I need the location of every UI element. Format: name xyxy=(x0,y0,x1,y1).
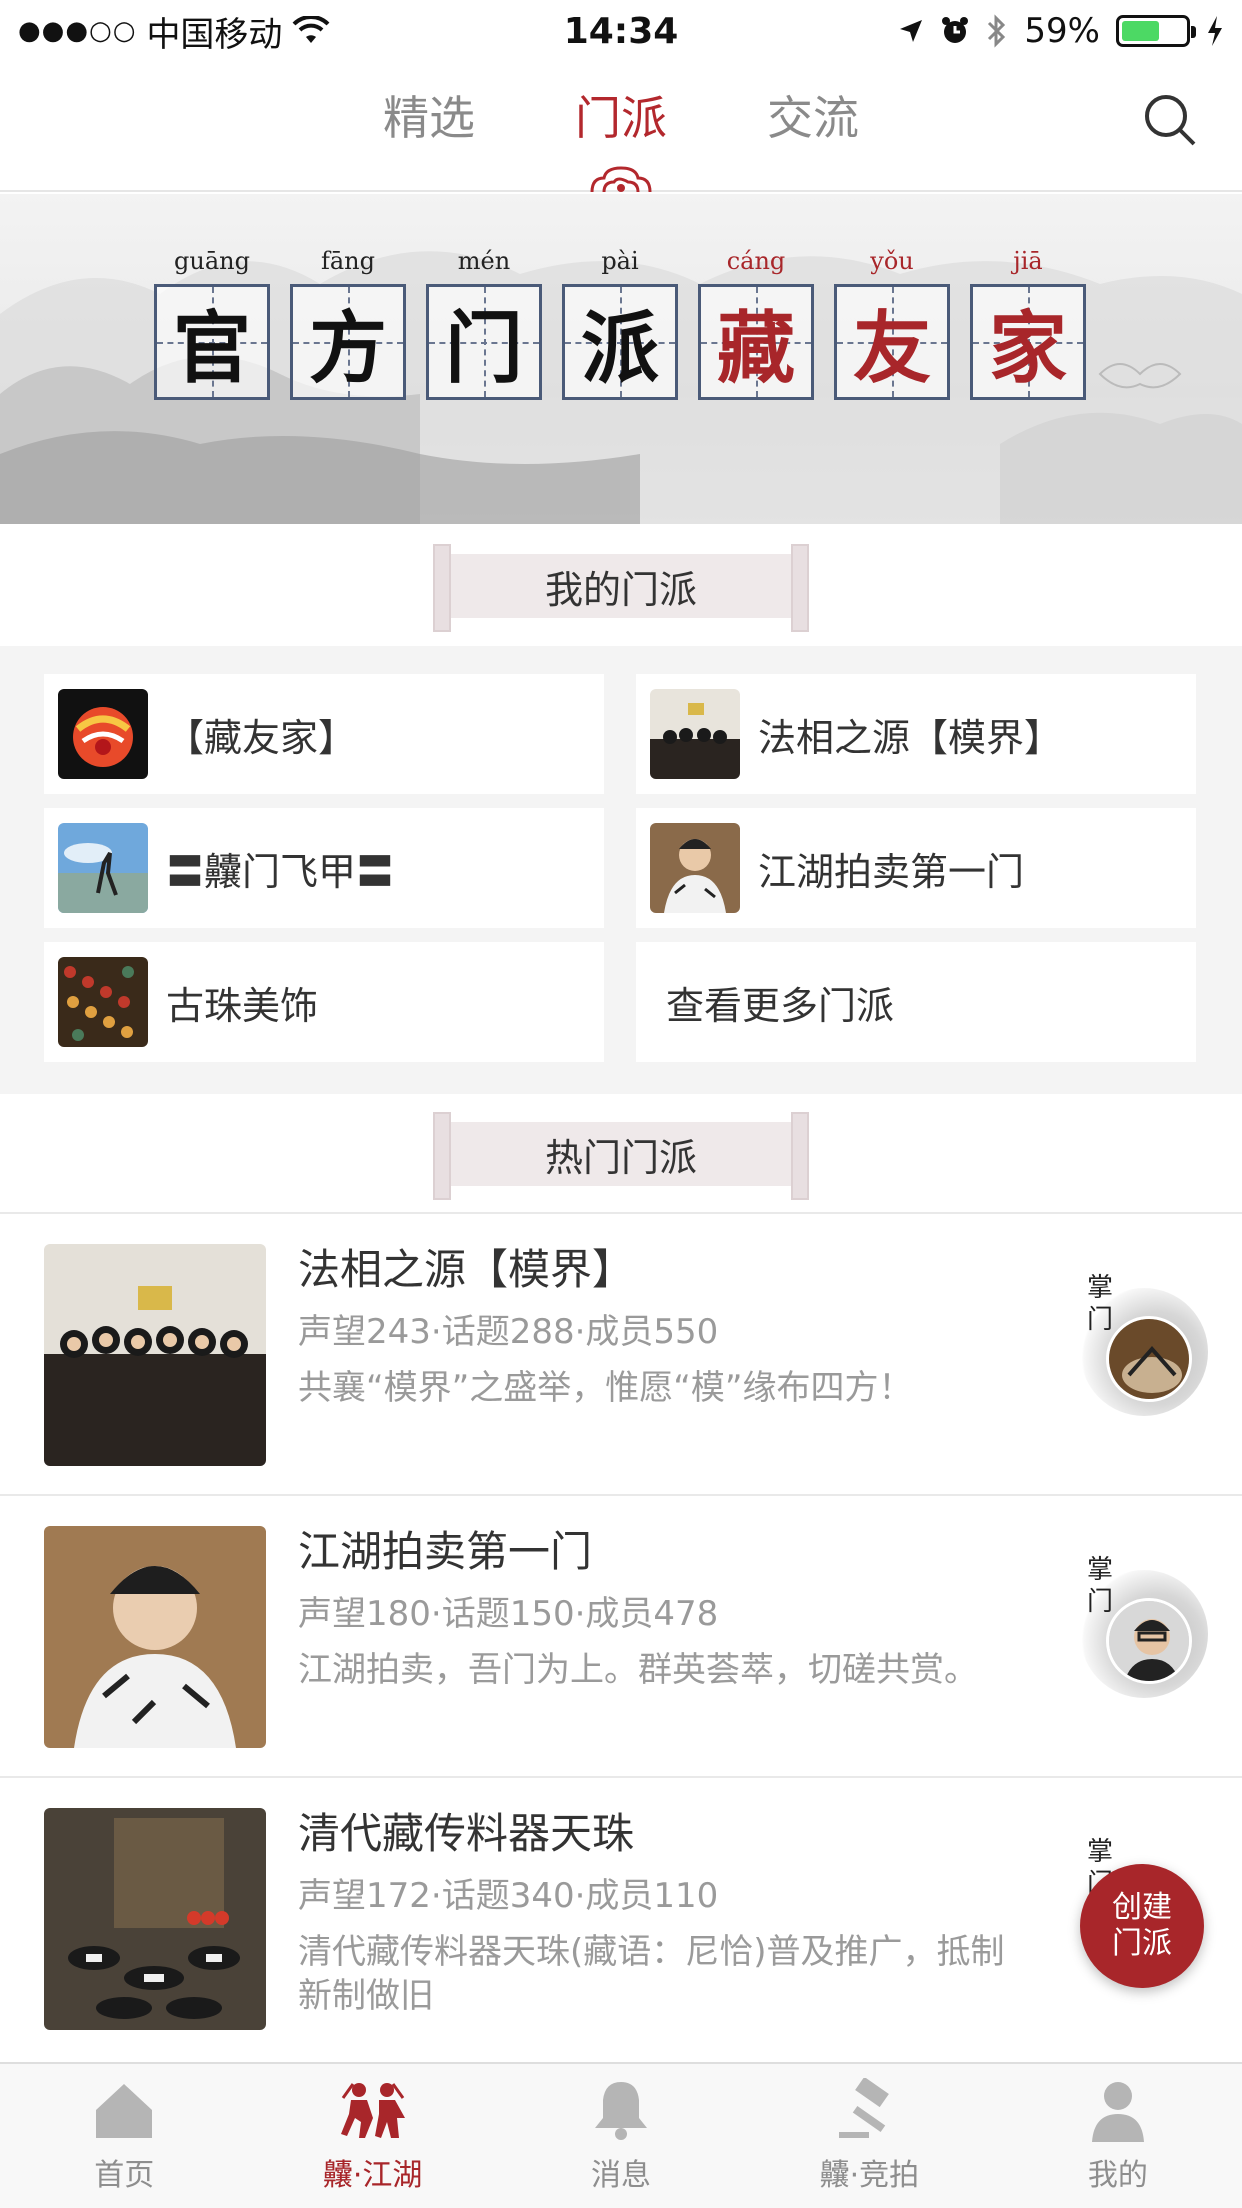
tab-label: 齉·竞拍 xyxy=(819,2158,920,2193)
my-sect-card[interactable]: 江湖拍卖第一门 xyxy=(636,808,1196,928)
hot-sect-item[interactable]: 清代藏传料器天珠 声望172·话题340·成员110 清代藏传料器天珠(藏语：尼… xyxy=(0,1776,1242,2062)
bell-icon xyxy=(595,2082,648,2140)
my-sects-header: 我的门派 xyxy=(0,526,1242,646)
sect-name: 江湖拍卖第一门 xyxy=(758,849,1025,894)
section-title: 热门门派 xyxy=(433,1112,809,1200)
banner-pinyin: jiā xyxy=(1013,247,1043,275)
sect-name: 古珠美饰 xyxy=(166,983,319,1028)
charging-bolt-icon xyxy=(1208,16,1222,46)
sect-logo xyxy=(58,689,148,779)
hot-sect-stats: 声望180·话题150·成员478 xyxy=(298,1594,719,1634)
warriors-icon xyxy=(340,2083,405,2138)
create-sect-label: 创建 门派 xyxy=(1112,1890,1172,1961)
hot-sects-header: 热门门派 xyxy=(0,1096,1242,1212)
carrier-name: 中国移动 xyxy=(146,14,283,55)
status-left: ●●●○○ 中国移动 xyxy=(18,7,898,56)
tab-featured[interactable]: 精选 xyxy=(383,82,475,148)
hot-sect-title: 江湖拍卖第一门 xyxy=(298,1527,593,1576)
sect-master-avatar[interactable]: 掌门 xyxy=(1072,1554,1208,1704)
my-sect-card[interactable]: 法相之源【模界】 xyxy=(636,674,1196,794)
sect-master-avatar[interactable]: 掌门 xyxy=(1072,1272,1208,1422)
tab-label: 齉·江湖 xyxy=(322,2158,423,2193)
sect-photo xyxy=(58,957,148,1047)
banner-title-chars: guāng 官 fāng 方 mén 门 pài 派 cáng 藏 yǒu 友 jiā 家 xyxy=(154,247,1086,400)
official-sect-banner[interactable]: guāng 官 fāng 方 mén 门 pài 派 cáng 藏 yǒu 友 jiā 家 xyxy=(0,194,1242,524)
hot-sect-stats: 声望172·话题340·成员110 xyxy=(298,1876,719,1916)
bottom-tab-bar: 首页 齉·江湖 消息 齉·竞拍 我的 xyxy=(0,2062,1242,2208)
hot-sect-item[interactable]: 江湖拍卖第一门 声望180·话题150·成员478 江湖拍卖，吾门为上。群英荟萃… xyxy=(0,1494,1242,1776)
banner-pinyin: fāng xyxy=(320,247,375,275)
view-more-sects-button[interactable]: 查看更多门派 xyxy=(636,942,1196,1062)
sect-name: 法相之源【模界】 xyxy=(758,715,1063,760)
gavel-icon xyxy=(839,2078,890,2138)
create-sect-button[interactable]: 创建 门派 xyxy=(1080,1864,1204,1988)
tab-sects[interactable]: 门派 xyxy=(575,82,667,148)
banner-pinyin: guāng xyxy=(174,247,250,275)
person-icon xyxy=(1091,2082,1144,2142)
top-navigation: 精选 门派 交流 xyxy=(0,62,1242,192)
hot-sect-desc: 清代藏传料器天珠(藏语：尼恰)普及推广，抵制新制做旧 xyxy=(298,1932,1005,2016)
status-right: 59% xyxy=(898,11,1224,51)
sect-name: 〓齉门飞甲〓 xyxy=(166,849,395,894)
cloud-indicator-icon xyxy=(590,166,652,192)
banner-char: cáng 藏 xyxy=(698,247,814,400)
signal-strength-icon: ●●●○○ xyxy=(18,16,137,46)
tab-jianghu[interactable]: 齉·江湖 xyxy=(248,2064,496,2208)
wifi-icon xyxy=(293,16,330,43)
hot-sect-stats: 声望243·话题288·成员550 xyxy=(298,1312,719,1352)
hot-sect-title: 清代藏传料器天珠 xyxy=(298,1809,635,1858)
location-arrow-icon xyxy=(900,20,923,42)
tab-profile[interactable]: 我的 xyxy=(994,2064,1242,2208)
banner-pinyin: yǒu xyxy=(870,247,914,275)
banner-char: mén 门 xyxy=(426,247,542,400)
master-label: 掌门 xyxy=(1086,1555,1113,1617)
hot-sect-photo xyxy=(44,1526,266,1748)
hot-sect-desc: 江湖拍卖，吾门为上。群英荟萃，切磋共赏。 xyxy=(298,1650,978,1690)
my-sect-card[interactable]: 〓齉门飞甲〓 xyxy=(44,808,604,928)
tab-home[interactable]: 首页 xyxy=(0,2064,248,2208)
hot-sect-photo xyxy=(44,1808,266,2030)
banner-char: guāng 官 xyxy=(154,247,270,400)
search-icon[interactable] xyxy=(1142,92,1198,148)
banner-pinyin: mén xyxy=(457,247,511,275)
view-more-label: 查看更多门派 xyxy=(666,983,895,1028)
hot-sect-desc: 共襄“模界”之盛举，惟愿“模”缘布四方！ xyxy=(298,1368,913,1408)
top-tabs: 精选 门派 交流 xyxy=(0,82,1242,148)
section-title: 我的门派 xyxy=(433,544,809,632)
status-bar: ●●●○○ 中国移动 14:34 59% xyxy=(0,0,1242,62)
battery-percent: 59% xyxy=(1024,11,1100,51)
tab-auction[interactable]: 齉·竞拍 xyxy=(745,2064,993,2208)
hot-sect-photo xyxy=(44,1244,266,1466)
tab-label: 我的 xyxy=(1087,2158,1148,2193)
master-label: 掌门 xyxy=(1086,1273,1113,1335)
sect-photo xyxy=(650,689,740,779)
hot-sect-title: 法相之源【模界】 xyxy=(298,1245,635,1294)
battery-fill xyxy=(1122,21,1159,41)
banner-pinyin: pài xyxy=(601,247,639,275)
my-sect-card[interactable]: 【藏友家】 xyxy=(44,674,604,794)
hot-sect-item[interactable]: 法相之源【模界】 声望243·话题288·成员550 共襄“模界”之盛举，惟愿“… xyxy=(0,1212,1242,1494)
banner-char: pài 派 xyxy=(562,247,678,400)
bluetooth-icon xyxy=(988,14,1006,48)
battery-icon xyxy=(1116,15,1196,47)
my-sects-grid: 【藏友家】 法相之源【模界】 〓齉门飞甲〓 江湖拍卖第一门 古珠美饰 查看更多门… xyxy=(0,646,1242,1094)
banner-char: jiā 家 xyxy=(970,247,1086,400)
home-icon xyxy=(96,2084,153,2138)
sect-photo xyxy=(650,823,740,913)
tab-exchange[interactable]: 交流 xyxy=(767,82,859,148)
banner-char: yǒu 友 xyxy=(834,247,950,400)
tab-label: 首页 xyxy=(94,2158,155,2193)
sect-name: 【藏友家】 xyxy=(166,715,357,760)
tab-label: 消息 xyxy=(591,2158,652,2193)
tab-messages[interactable]: 消息 xyxy=(497,2064,745,2208)
my-sect-card[interactable]: 古珠美饰 xyxy=(44,942,604,1062)
sect-photo xyxy=(58,823,148,913)
alarm-icon xyxy=(942,17,969,43)
banner-char: fāng 方 xyxy=(290,247,406,400)
banner-pinyin: cáng xyxy=(726,247,786,275)
